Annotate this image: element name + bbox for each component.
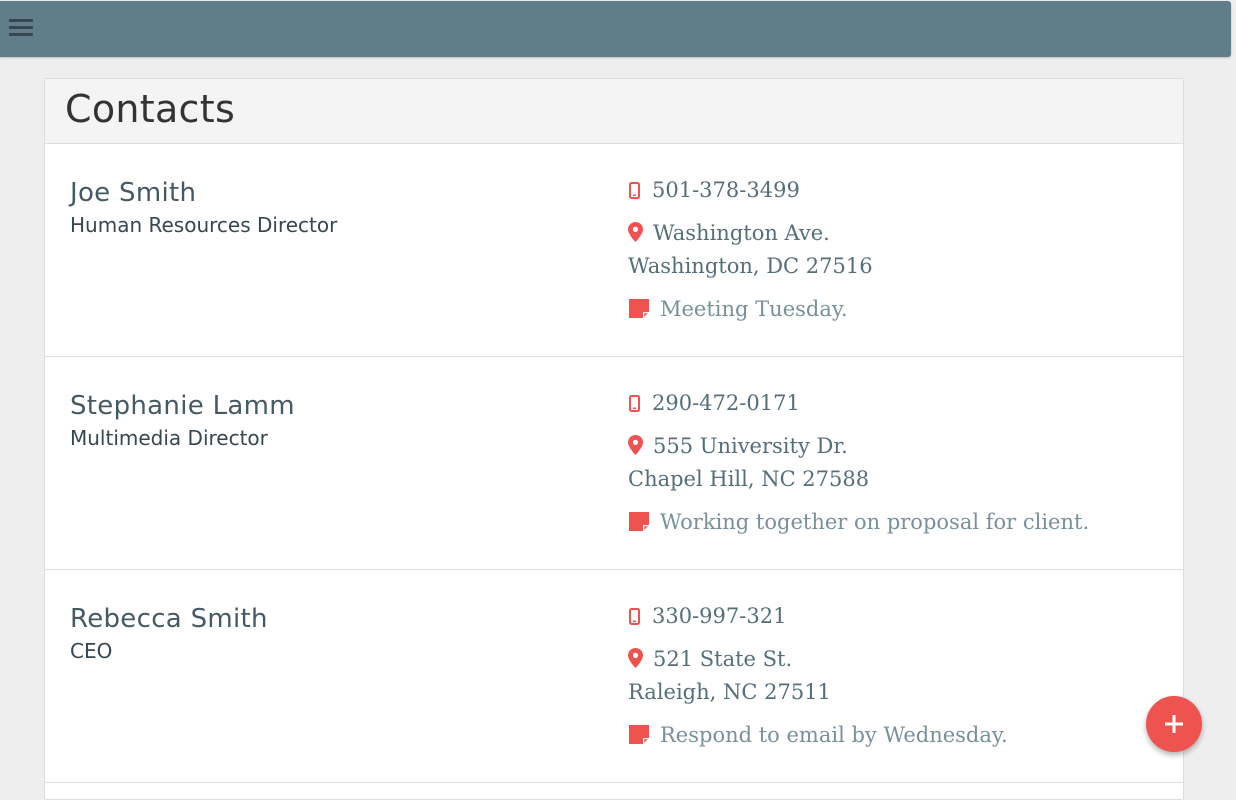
contact-phone[interactable]: 501-378-3499	[628, 178, 800, 204]
top-app-bar	[0, 1, 1231, 57]
card-header: Contacts	[45, 79, 1183, 144]
contact-address: 555 University Dr.	[628, 434, 848, 460]
contact-phone[interactable]: 330-997-321	[628, 604, 786, 630]
address-line-2: Washington, DC 27516	[628, 254, 873, 278]
address-line-2: Chapel Hill, NC 27588	[628, 467, 870, 491]
contact-item[interactable]: Rebecca Smith CEO 330-997-321 521 State …	[45, 570, 1183, 783]
contact-name: Stephanie Lamm	[70, 391, 295, 421]
note-text: Respond to email by Wednesday.	[660, 723, 1008, 747]
phone-number: 501-378-3499	[652, 178, 800, 202]
mobile-phone-icon	[629, 606, 640, 630]
note-icon	[628, 298, 650, 324]
contact-item[interactable]: Stephanie Lamm Multimedia Director 290-4…	[45, 357, 1183, 570]
phone-number: 330-997-321	[652, 604, 787, 628]
contacts-card: Contacts Joe Smith Human Resources Direc…	[44, 78, 1184, 800]
address-line-2: Raleigh, NC 27511	[628, 680, 831, 704]
address-line-1: Washington Ave.	[653, 221, 830, 245]
contact-address: Washington Ave.	[628, 221, 830, 247]
contact-address: 521 State St.	[628, 647, 792, 673]
mobile-phone-icon	[629, 180, 640, 204]
contact-note: Working together on proposal for client.	[628, 510, 1089, 537]
contact-name: Joe Smith	[70, 178, 197, 208]
address-line-1: 555 University Dr.	[653, 434, 848, 458]
contact-phone[interactable]: 290-472-0171	[628, 391, 800, 417]
contact-note: Respond to email by Wednesday.	[628, 723, 1008, 750]
note-text: Working together on proposal for client.	[660, 510, 1090, 534]
contact-note: Meeting Tuesday.	[628, 297, 848, 324]
hamburger-menu-icon[interactable]	[9, 18, 33, 38]
page-title: Contacts	[65, 87, 236, 131]
contact-name: Rebecca Smith	[70, 604, 268, 634]
plus-icon	[1165, 715, 1183, 733]
contact-role: Human Resources Director	[70, 213, 338, 237]
map-pin-icon	[628, 222, 643, 247]
contact-role: CEO	[70, 639, 113, 663]
map-pin-icon	[628, 648, 643, 673]
map-pin-icon	[628, 435, 643, 460]
phone-number: 290-472-0171	[652, 391, 800, 415]
contact-role: Multimedia Director	[70, 426, 268, 450]
address-line-1: 521 State St.	[653, 647, 793, 671]
mobile-phone-icon	[629, 393, 640, 417]
note-icon	[628, 724, 650, 750]
note-icon	[628, 511, 650, 537]
contact-item[interactable]: Joe Smith Human Resources Director 501-3…	[45, 144, 1183, 357]
add-contact-button[interactable]	[1146, 696, 1202, 752]
note-text: Meeting Tuesday.	[660, 297, 848, 321]
